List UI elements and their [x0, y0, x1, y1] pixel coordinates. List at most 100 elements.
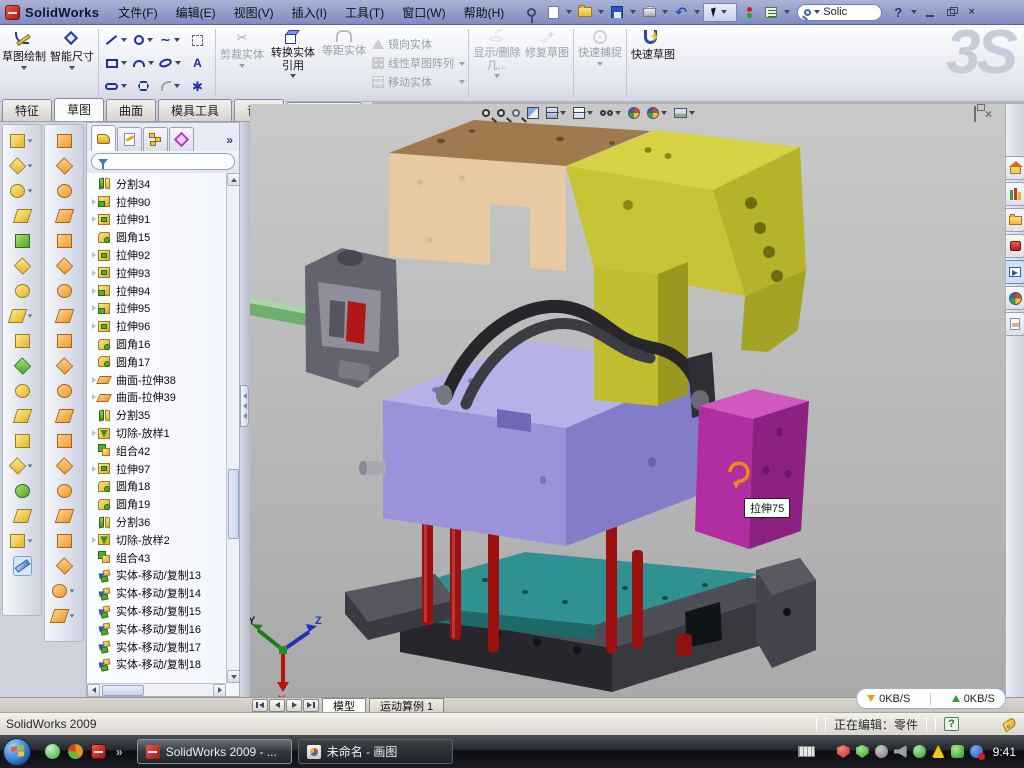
doc-restore-button[interactable] — [974, 108, 976, 120]
zoom-to-fit-icon[interactable] — [482, 109, 490, 117]
ellipse-tool-button[interactable] — [157, 52, 184, 75]
tree-horizontal-scrollbar[interactable] — [87, 683, 226, 696]
save-dropdown-icon[interactable] — [630, 10, 636, 14]
vpn-icon[interactable] — [913, 745, 926, 758]
tree-vertical-scrollbar[interactable] — [226, 173, 239, 683]
first-tab-button[interactable] — [252, 699, 268, 712]
freeform-icon[interactable] — [57, 231, 72, 251]
slide-insert[interactable] — [250, 248, 399, 388]
messenger-quicklaunch-icon[interactable] — [45, 744, 60, 759]
panel-tabs-overflow-button[interactable]: » — [226, 133, 237, 151]
sketch-button[interactable]: 草图绘制 — [0, 25, 48, 101]
splitter-collapse-handle[interactable] — [240, 385, 249, 427]
delete-face-icon[interactable] — [57, 381, 72, 401]
point-tool-button[interactable]: ✱ — [184, 75, 211, 98]
tree-item[interactable]: 拉伸96 — [89, 317, 225, 335]
move-flyout-icon[interactable] — [459, 80, 465, 84]
undo-button[interactable]: ↶ — [671, 3, 691, 21]
pin-icon[interactable] — [521, 3, 541, 21]
planar-surface-icon[interactable] — [57, 256, 72, 276]
magnified-selection-icon[interactable] — [512, 109, 520, 117]
solidworks-resources-tab[interactable] — [1006, 156, 1024, 180]
tree-item[interactable]: 实体-移动/复制18 — [89, 656, 225, 674]
rebuild-icon[interactable] — [739, 3, 759, 21]
expand-arrow-icon[interactable] — [89, 305, 98, 311]
lofted-boss-icon[interactable] — [15, 231, 30, 251]
defender-icon[interactable] — [951, 745, 964, 758]
network-warning-icon[interactable] — [932, 745, 945, 758]
thicken-icon[interactable] — [57, 331, 72, 351]
sync-icon[interactable] — [970, 745, 983, 758]
save-button[interactable] — [607, 3, 627, 21]
print-button[interactable] — [639, 3, 659, 21]
custom-properties-tab[interactable] — [1006, 312, 1024, 336]
tree-item[interactable]: 圆角15 — [89, 228, 225, 246]
rib-icon[interactable] — [15, 331, 30, 351]
section-view-icon[interactable] — [527, 107, 539, 119]
expand-arrow-icon[interactable] — [89, 216, 98, 222]
search-scope-dropdown-icon[interactable] — [814, 10, 820, 14]
previous-tab-button[interactable] — [269, 699, 285, 712]
ribbon-tab-3[interactable]: 模具工具 — [158, 99, 232, 121]
tree-item[interactable]: 组合42 — [89, 442, 225, 460]
dome-icon[interactable] — [57, 206, 72, 226]
tree-item[interactable]: 切除-放样2 — [89, 531, 225, 549]
convert-entities-button[interactable]: 转换实体引用 — [266, 25, 320, 101]
print-dropdown-icon[interactable] — [662, 10, 668, 14]
tree-item[interactable]: 曲面-拉伸38 — [89, 371, 225, 389]
tree-item[interactable]: 分割36 — [89, 513, 225, 531]
scroll-down-button[interactable] — [227, 670, 239, 683]
display-delete-relations-button[interactable]: 显示/删除几... — [471, 25, 523, 101]
tree-item[interactable]: 圆角17 — [89, 353, 225, 371]
tree-item[interactable]: 实体-移动/复制17 — [89, 638, 225, 656]
tab-dimxpert-manager[interactable] — [169, 127, 194, 151]
panel-splitter[interactable] — [240, 122, 250, 697]
appearances-tab[interactable] — [1006, 286, 1024, 310]
ribbon-tab-2[interactable]: 曲面 — [106, 99, 156, 121]
smart-dimension-button[interactable]: 智能尺寸 — [48, 25, 96, 101]
offset-entities-button[interactable]: 等距实体 — [320, 25, 368, 101]
text-tool-button[interactable]: A — [184, 52, 211, 75]
new-dropdown-icon[interactable] — [566, 10, 572, 14]
tree-item[interactable]: 实体-移动/复制14 — [89, 584, 225, 602]
solidworks-quicklaunch-icon[interactable] — [91, 744, 106, 759]
filled-surface-icon[interactable] — [57, 281, 72, 301]
swept-boss-icon[interactable] — [15, 206, 30, 226]
menu-item-0[interactable]: 文件(F) — [109, 4, 166, 21]
taskbar-task-0[interactable]: SolidWorks 2009 - ... — [137, 739, 292, 764]
swept-surface-icon[interactable] — [57, 131, 72, 151]
start-button[interactable] — [3, 738, 31, 766]
doc-close-button[interactable]: × — [985, 108, 992, 120]
quick-tips-icon[interactable]: ? — [944, 717, 959, 731]
pattern-flyout-icon[interactable] — [459, 62, 465, 66]
tree-item[interactable]: 拉伸93 — [89, 264, 225, 282]
tree-item[interactable]: 圆角18 — [89, 478, 225, 496]
linear-pattern-icon[interactable] — [10, 306, 34, 326]
measure-icon[interactable] — [13, 556, 32, 576]
move-copy-body-icon[interactable] — [15, 431, 30, 451]
knit-surface-icon[interactable] — [57, 456, 72, 476]
sketch-fillet-tool-button[interactable] — [157, 75, 184, 98]
reference-geometry-icon[interactable] — [52, 581, 76, 601]
tree-item[interactable]: 拉伸91 — [89, 211, 225, 229]
tree-item[interactable]: 组合43 — [89, 549, 225, 567]
shell-icon[interactable] — [15, 356, 30, 376]
search-input[interactable] — [823, 6, 875, 18]
tab-feature-manager[interactable] — [91, 125, 116, 151]
undo-dropdown-icon[interactable] — [694, 10, 700, 14]
tree-item[interactable]: 切除-放样1 — [89, 424, 225, 442]
rectangle-tool-button[interactable] — [103, 52, 130, 75]
plane-icon[interactable] — [15, 481, 30, 501]
polygon-tool-button[interactable] — [130, 75, 157, 98]
fillet-icon[interactable] — [10, 181, 34, 201]
open-dropdown-icon[interactable] — [598, 10, 604, 14]
file-explorer-tab[interactable] — [1006, 208, 1024, 232]
help-dropdown-icon[interactable] — [911, 10, 917, 14]
convert-dropdown-icon[interactable] — [290, 74, 296, 78]
hide-show-items-icon[interactable] — [600, 110, 621, 116]
menu-item-3[interactable]: 插入(I) — [283, 4, 336, 21]
tree-item[interactable]: 拉伸95 — [89, 300, 225, 318]
open-button[interactable] — [575, 3, 595, 21]
ribbon-tab-1[interactable]: 草图 — [54, 98, 104, 121]
rapid-sketch-button[interactable]: 快速草图 — [629, 25, 677, 101]
